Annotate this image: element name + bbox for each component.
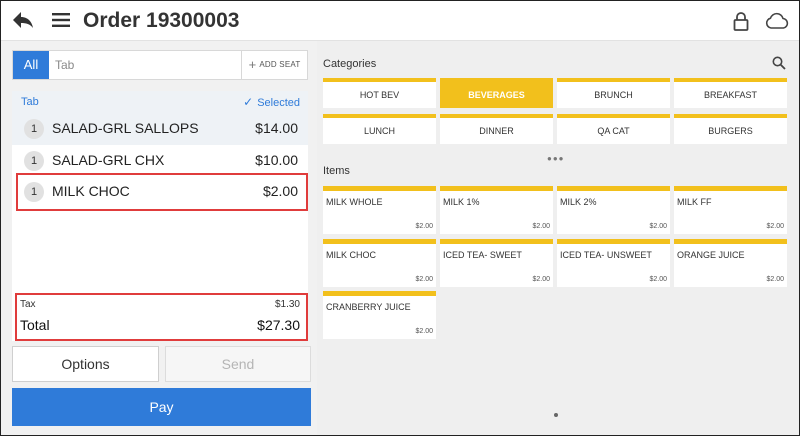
menu-item-card[interactable]: MILK 1% $2.00	[440, 186, 553, 234]
menu-item-card[interactable]: ICED TEA- SWEET $2.00	[440, 239, 553, 287]
categories-heading: Categories	[323, 58, 377, 70]
menu-item-price: $2.00	[415, 276, 433, 283]
menu-item-card[interactable]: ICED TEA- UNSWEET $2.00	[557, 239, 670, 287]
add-seat-label: ADD SEAT	[259, 60, 301, 70]
menu-item-price: $2.00	[415, 223, 433, 230]
lock-icon[interactable]	[732, 11, 750, 31]
item-name: SALAD-GRL CHX	[52, 152, 165, 168]
menu-item-price: $2.00	[649, 223, 667, 230]
menu-item-name: CRANBERRY JUICE	[326, 302, 411, 312]
menu-item-price: $2.00	[649, 276, 667, 283]
search-icon[interactable]	[772, 56, 786, 70]
category-beverages[interactable]: BEVERAGES	[440, 78, 553, 108]
cloud-icon[interactable]	[765, 12, 789, 30]
menu-item-card[interactable]: MILK 2% $2.00	[557, 186, 670, 234]
send-button[interactable]: Send	[165, 346, 311, 382]
category-breakfast[interactable]: BREAKFAST	[674, 78, 787, 108]
menu-item-price: $2.00	[532, 276, 550, 283]
hamburger-menu-icon[interactable]	[52, 12, 70, 28]
category-burgers[interactable]: BURGERS	[674, 114, 787, 144]
category-brunch[interactable]: BRUNCH	[557, 78, 670, 108]
menu-item-name: ORANGE JUICE	[677, 250, 745, 260]
tab-header[interactable]: Tab ✓ Selected	[12, 91, 308, 113]
menu-item-name: MILK 1%	[443, 197, 480, 207]
order-panel: All +ADD SEAT Tab ✓Selected 1 SALAD-GRL …	[1, 41, 317, 435]
back-arrow-icon[interactable]	[11, 9, 35, 31]
selected-label: Selected	[257, 97, 300, 109]
category-hot-bev[interactable]: HOT BEV	[323, 78, 436, 108]
menu-item-name: ICED TEA- UNSWEET	[560, 250, 652, 260]
tab-header-label: Tab	[21, 96, 39, 108]
menu-item-card[interactable]: ORANGE JUICE $2.00	[674, 239, 787, 287]
menu-item-name: MILK FF	[677, 197, 712, 207]
highlight-box-totals	[15, 293, 308, 341]
app-window: Order 19300003 All +ADD SEAT Tab ✓Select…	[0, 0, 800, 436]
add-seat-button[interactable]: + ADD SEAT	[241, 51, 307, 79]
menu-item-name: ICED TEA- SWEET	[443, 250, 522, 260]
menu-item-price: $2.00	[766, 223, 784, 230]
item-price: $10.00	[255, 152, 298, 168]
category-page-indicator[interactable]: ●●●	[547, 154, 565, 163]
menu-item-card[interactable]: MILK WHOLE $2.00	[323, 186, 436, 234]
menu-item-card[interactable]: MILK CHOC $2.00	[323, 239, 436, 287]
item-quantity: 1	[24, 119, 44, 139]
highlight-box-item	[16, 173, 308, 211]
category-qa-cat[interactable]: QA CAT	[557, 114, 670, 144]
selected-indicator: ✓ Selected	[243, 95, 300, 109]
menu-item-name: MILK 2%	[560, 197, 597, 207]
items-heading: Items	[323, 165, 350, 177]
menu-item-price: $2.00	[766, 276, 784, 283]
item-name: SALAD-GRL SALLOPS	[52, 120, 199, 136]
tab-input[interactable]	[55, 56, 235, 74]
menu-item-card[interactable]: CRANBERRY JUICE $2.00	[323, 291, 436, 339]
page-title: Order 19300003	[83, 9, 240, 32]
checkmark-icon: ✓	[243, 95, 254, 109]
pay-button[interactable]: Pay	[12, 388, 311, 426]
tab-selector: All +ADD SEAT	[12, 50, 308, 80]
category-lunch[interactable]: LUNCH	[323, 114, 436, 144]
menu-item-name: MILK CHOC	[326, 250, 377, 260]
menu-item-card[interactable]: MILK FF $2.00	[674, 186, 787, 234]
category-dinner[interactable]: DINNER	[440, 114, 553, 144]
items-page-indicator[interactable]	[554, 413, 558, 417]
menu-item-name: MILK WHOLE	[326, 197, 383, 207]
item-price: $14.00	[255, 120, 298, 136]
order-item-row[interactable]: 1 SALAD-GRL SALLOPS $14.00	[12, 113, 308, 145]
order-items-list: Tab ✓ Selected 1 SALAD-GRL SALLOPS $14.00…	[12, 91, 308, 327]
menu-panel: Categories HOT BEV BEVERAGES BRUNCH BREA…	[317, 41, 799, 435]
item-quantity: 1	[24, 151, 44, 171]
plus-icon: +	[248, 57, 257, 72]
all-tabs-button[interactable]: All	[13, 51, 49, 79]
top-bar: Order 19300003	[1, 1, 799, 41]
menu-item-price: $2.00	[532, 223, 550, 230]
options-button[interactable]: Options	[12, 346, 159, 382]
menu-item-price: $2.00	[415, 328, 433, 335]
